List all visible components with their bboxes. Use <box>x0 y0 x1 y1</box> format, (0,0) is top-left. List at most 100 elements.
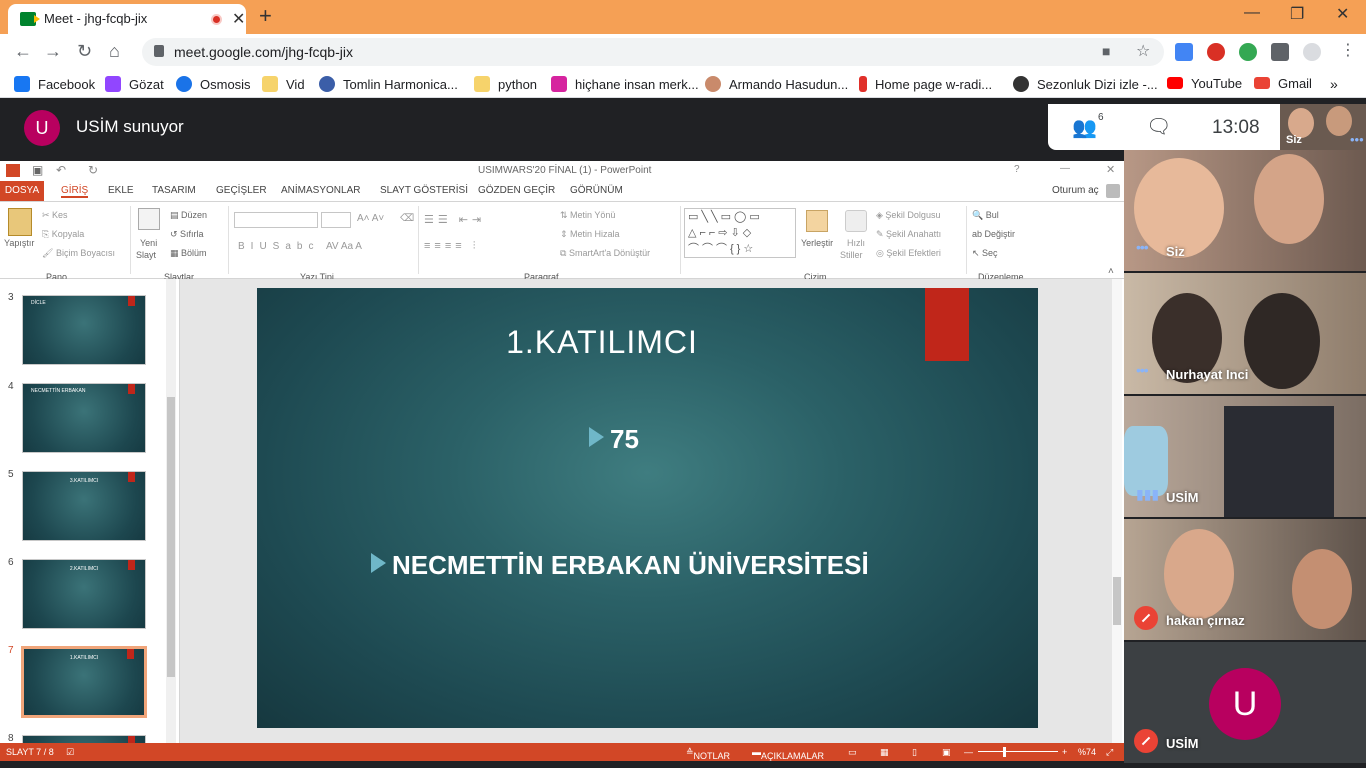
align-text-button[interactable]: ⇕ Metin Hizala <box>560 229 620 240</box>
user-icon[interactable] <box>1106 184 1120 198</box>
list-buttons[interactable]: ☰☰ ⇤⇥ <box>424 213 485 226</box>
slide-bullet-score[interactable]: 75 <box>589 424 639 455</box>
find-button[interactable]: 🔍 Bul <box>972 210 999 221</box>
comments-button[interactable]: ▬ AÇIKLAMALAR <box>752 747 824 761</box>
new-slide-label-2[interactable]: Slayt <box>136 250 156 260</box>
new-slide-icon[interactable] <box>138 208 160 230</box>
chat-icon[interactable]: 🗨 <box>1146 114 1171 139</box>
reading-view-icon[interactable]: ▯ <box>912 747 917 758</box>
paste-icon[interactable] <box>8 208 32 236</box>
bookmark-vid[interactable]: Vid <box>262 76 305 92</box>
camera-icon[interactable]: ■ <box>1102 43 1110 59</box>
scroll-thumb[interactable] <box>1113 577 1121 625</box>
slide-thumbnail-selected[interactable]: 1.KATILIMCI <box>21 646 147 718</box>
collapse-ribbon-icon[interactable]: ˄ <box>1108 266 1114 277</box>
thumbnails-scrollbar[interactable] <box>166 279 176 743</box>
profile-avatar-icon[interactable] <box>1303 43 1321 61</box>
help-icon[interactable]: ? <box>1014 164 1020 175</box>
cut-button[interactable]: ✂ Kes <box>42 210 68 221</box>
font-grow-shrink-icon[interactable]: A˄ A˅ <box>357 213 384 224</box>
slide-title[interactable]: 1.KATILIMCI <box>257 324 947 361</box>
adblock-extension-icon[interactable] <box>1207 43 1225 61</box>
zoom-in-button[interactable]: + <box>1062 747 1067 757</box>
undo-icon[interactable]: ↶ <box>56 163 66 177</box>
bookmark-python[interactable]: python <box>474 76 537 92</box>
tab-gozden-gecir[interactable]: GÖZDEN GEÇİR <box>478 185 555 196</box>
text-direction-button[interactable]: ⇅ Metin Yönü <box>560 210 615 221</box>
translate-extension-icon[interactable] <box>1175 43 1193 61</box>
tab-gecisler[interactable]: GEÇİŞLER <box>216 185 267 196</box>
shape-effects-button[interactable]: ◎ Şekil Efektleri <box>876 248 941 259</box>
shape-fill-button[interactable]: ◈ Şekil Dolgusu <box>876 210 940 221</box>
ppt-minimize-button[interactable]: — <box>1060 163 1070 174</box>
slide-thumbnail[interactable]: 3.KATILIMCI <box>22 471 146 541</box>
home-button[interactable]: ⌂ <box>109 41 120 62</box>
quick-styles-label-1[interactable]: Hızlı <box>847 238 865 248</box>
tab-ekle[interactable]: EKLE <box>108 185 134 196</box>
font-size-select[interactable] <box>321 212 351 228</box>
zoom-slider[interactable] <box>978 751 1058 752</box>
reload-button[interactable]: ↻ <box>77 41 92 62</box>
zoom-level[interactable]: %74 <box>1078 747 1096 757</box>
zoom-out-button[interactable]: — <box>964 747 973 757</box>
bookmark-facebook[interactable]: Facebook <box>14 76 95 92</box>
arrange-icon[interactable] <box>806 210 828 232</box>
tab-dosya[interactable]: DOSYA <box>0 181 44 201</box>
bookmark-tomlin[interactable]: Tomlin Harmonica... <box>319 76 458 92</box>
replace-button[interactable]: ab Değiştir <box>972 229 1015 239</box>
reset-button[interactable]: ↺ Sıfırla <box>170 229 204 240</box>
slideshow-view-icon[interactable]: ▣ <box>942 747 951 758</box>
slide-thumbnail[interactable]: NECMETTİN ERBAKAN <box>22 383 146 453</box>
slide-scrollbar[interactable] <box>1112 279 1122 743</box>
ppt-close-button[interactable]: ✕ <box>1106 163 1115 176</box>
tab-tasarim[interactable]: TASARIM <box>152 185 196 196</box>
bookmarks-overflow-icon[interactable]: » <box>1330 76 1338 92</box>
notes-button[interactable]: ≙ NOTLAR <box>686 747 730 761</box>
minimize-button[interactable]: — <box>1244 4 1260 22</box>
people-icon[interactable]: 👥 <box>1072 115 1097 140</box>
copy-button[interactable]: ⎘ Kopyala <box>42 229 84 240</box>
bookmark-gozat[interactable]: Gözat <box>105 76 164 92</box>
font-family-select[interactable] <box>234 212 318 228</box>
quick-styles-label-2[interactable]: Stiller <box>840 250 863 260</box>
bookmark-armando[interactable]: Armando Hasudun... <box>705 76 848 92</box>
zoom-slider-thumb[interactable] <box>1003 747 1006 757</box>
shapes-gallery[interactable]: ▭╲╲▭◯▭ △⌐⌐⇨⇩◇ ⌒⌒⌒{}☆ <box>684 208 796 258</box>
select-button[interactable]: ↖ Seç <box>972 248 998 259</box>
close-window-button[interactable]: ✕ <box>1336 4 1349 24</box>
new-tab-button[interactable]: + <box>259 3 272 29</box>
address-bar[interactable]: meet.google.com/jhg-fcqb-jix ■ ☆ <box>142 38 1164 66</box>
bookmark-osmosis[interactable]: Osmosis <box>176 76 251 92</box>
new-slide-label-1[interactable]: Yeni <box>140 238 157 248</box>
self-more-icon[interactable]: ••• <box>1350 132 1364 147</box>
extensions-puzzle-icon[interactable] <box>1271 43 1289 61</box>
globe-extension-icon[interactable] <box>1239 43 1257 61</box>
align-buttons[interactable]: ≡≡≡≡ ⫶ <box>424 240 479 253</box>
format-painter-button[interactable]: 🖌 Biçim Boyacısı <box>42 248 115 259</box>
spelling-icon[interactable]: ☑ <box>66 747 74 758</box>
slide-thumbnail[interactable]: DİCLE <box>22 295 146 365</box>
arrange-label[interactable]: Yerleştir <box>801 238 833 248</box>
participant-tile[interactable]: ▮▮▮ USİM <box>1124 396 1366 517</box>
normal-view-icon[interactable]: ▭ <box>848 747 857 758</box>
bookmark-gmail[interactable]: Gmail <box>1254 76 1312 91</box>
fit-slide-icon[interactable]: ⤢ <box>1106 747 1113 758</box>
layout-button[interactable]: ▤ Düzen <box>170 210 207 221</box>
quick-styles-icon[interactable] <box>845 210 867 232</box>
clear-format-icon[interactable]: ⌫ <box>400 213 414 224</box>
redo-icon[interactable]: ↻ <box>88 163 98 177</box>
bookmark-hichane[interactable]: hiçhane insan merk... <box>551 76 699 92</box>
slide-thumbnail[interactable]: 2.KATILIMCI <box>22 559 146 629</box>
restore-button[interactable]: ❐ <box>1290 4 1304 24</box>
bookmark-youtube[interactable]: YouTube <box>1167 76 1242 91</box>
back-button[interactable]: ← <box>14 41 32 62</box>
participant-tile[interactable]: U USİM <box>1124 642 1366 763</box>
forward-button[interactable]: → <box>44 41 62 62</box>
browser-tab[interactable]: Meet - jhg-fcqb-jix ✕ <box>8 4 246 34</box>
current-slide[interactable]: 1.KATILIMCI 75 NECMETTİN ERBAKAN ÜNİVERS… <box>257 288 1038 728</box>
tab-animasyonlar[interactable]: ANİMASYONLAR <box>281 185 360 196</box>
paste-label[interactable]: Yapıştır <box>4 238 34 248</box>
save-icon[interactable]: ▣ <box>32 163 43 177</box>
slide-bullet-university[interactable]: NECMETTİN ERBAKAN ÜNİVERSİTESİ <box>371 550 869 581</box>
tab-slayt-gosterisi[interactable]: SLAYT GÖSTERİSİ <box>380 185 468 196</box>
